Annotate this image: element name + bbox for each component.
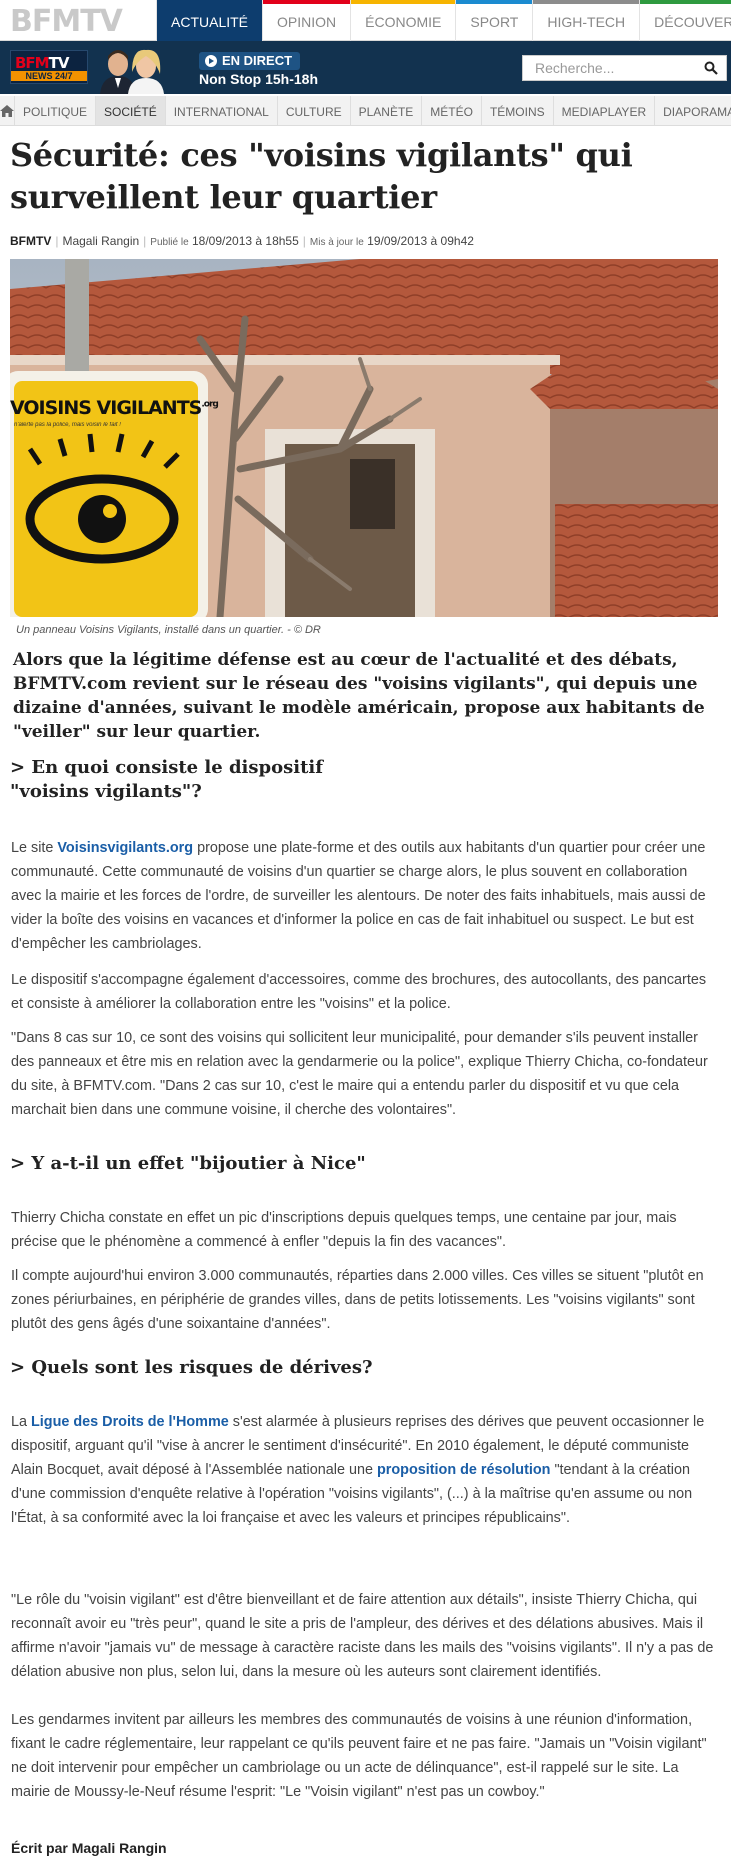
subnav-item-mediaplayer[interactable]: MEDIAPLAYER xyxy=(552,96,654,125)
sign-tagline: n'alerte pas la police, mais voisin le f… xyxy=(14,422,121,428)
bfmtv-channel-logo[interactable]: BFMTV NEWS 24/7 xyxy=(10,50,88,84)
search-icon[interactable] xyxy=(704,61,718,75)
section-title-2: > Y a-t-il un effet "bijoutier à Nice" xyxy=(10,1153,366,1174)
tab-économie[interactable]: ÉCONOMIE xyxy=(350,0,456,41)
tab-label: DÉCOUVERTE xyxy=(654,14,731,30)
article-lead: Alors que la légitime défense est au cœu… xyxy=(13,650,705,742)
search-box xyxy=(522,55,727,81)
play-icon xyxy=(205,55,217,67)
article-title: Sécurité: ces "voisins vigilants" qui su… xyxy=(10,136,633,216)
main-tabs: ACTUALITÉ OPINION ÉCONOMIE SPORT HIGH-TECH DÉ… xyxy=(156,0,731,41)
sub-navigation: POLITIQUE SOCIÉTÉ INTERNATIONAL CULTURE PLAN… xyxy=(0,96,731,126)
tab-label: HIGH-TECH xyxy=(547,14,626,30)
article-source: BFMTV xyxy=(10,234,52,248)
published-label: Publié le xyxy=(150,237,189,248)
ldh-link[interactable]: Ligue des Droits de l'Homme xyxy=(31,1414,229,1430)
subnav-item-diaporamas[interactable]: DIAPORAMAS xyxy=(654,96,731,125)
tab-label: ÉCONOMIE xyxy=(365,14,442,30)
tab-color-bar xyxy=(456,0,533,4)
tab-actualité[interactable]: ACTUALITÉ xyxy=(156,0,263,41)
channel-logo-sub: NEWS 24/7 xyxy=(11,71,87,81)
tab-label: OPINION xyxy=(277,14,337,30)
live-badge-label: EN DIRECT xyxy=(222,53,293,68)
tab-color-bar xyxy=(640,0,731,4)
subnav-item-planète[interactable]: PLANÈTE xyxy=(349,96,422,125)
byline: BFMTV | Magali Rangin | Publié le 18/09/2013… xyxy=(10,234,474,248)
tab-color-bar xyxy=(351,0,456,4)
section-title-3: > Quels sont les risques de dérives? xyxy=(10,1357,373,1378)
tab-sport[interactable]: SPORT xyxy=(455,0,533,41)
published-date: 18/09/2013 à 18h55 xyxy=(192,234,299,248)
presenters-photo[interactable] xyxy=(98,42,190,94)
subnav-item-politique[interactable]: POLITIQUE xyxy=(14,96,95,125)
paragraph-8: Les gendarmes invitent par ailleurs les … xyxy=(11,1712,707,1800)
voisinsvigilants-link[interactable]: Voisinsvigilants.org xyxy=(57,840,193,856)
tab-color-bar xyxy=(263,0,351,4)
article-signature: Écrit par Magali Rangin xyxy=(11,1840,167,1856)
subnav-item-international[interactable]: INTERNATIONAL xyxy=(164,96,277,125)
section-title-1: > En quoi consiste le dispositif "voisin… xyxy=(10,757,323,802)
paragraph-7: "Le rôle du "voisin vigilant" est d'être… xyxy=(11,1592,714,1680)
subnav-item-société[interactable]: SOCIÉTÉ xyxy=(95,96,165,125)
photo-caption: Un panneau Voisins Vigilants, installé d… xyxy=(16,624,321,636)
channel-logo-text: BFMTV xyxy=(15,54,69,72)
tab-label: SPORT xyxy=(470,14,519,30)
sign-text: VOISINS VIGILANTS.org xyxy=(10,397,219,419)
top-navigation: BFMTV ACTUALITÉ OPINION ÉCONOMIE SPORT HIGH-… xyxy=(0,0,731,41)
paragraph-1: Le site Voisinsvigilants.org propose une… xyxy=(11,840,706,952)
live-badge[interactable]: EN DIRECT xyxy=(199,52,301,70)
bfmtv-logo[interactable]: BFMTV xyxy=(10,4,123,40)
live-program[interactable]: Non Stop 15h-18h xyxy=(199,71,318,87)
subnav-item-culture[interactable]: CULTURE xyxy=(276,96,350,125)
tab-découverte[interactable]: DÉCOUVERTE xyxy=(639,0,731,41)
search-input[interactable] xyxy=(523,56,693,80)
paragraph-3: "Dans 8 cas sur 10, ce sont des voisins … xyxy=(11,1030,708,1118)
subnav-item-témoins[interactable]: TÉMOINS xyxy=(480,96,553,125)
tab-opinion[interactable]: OPINION xyxy=(262,0,351,41)
updated-label: Mis à jour le xyxy=(309,237,364,248)
paragraph-2: Le dispositif s'accompagne également d'a… xyxy=(11,972,707,1012)
paragraph-5: Il compte aujourd'hui environ 3.000 comm… xyxy=(11,1268,704,1332)
tab-hightech[interactable]: HIGH-TECH xyxy=(532,0,640,41)
article-author[interactable]: Magali Rangin xyxy=(62,234,139,248)
tab-color-bar xyxy=(157,0,263,4)
updated-date: 19/09/2013 à 09h42 xyxy=(367,234,474,248)
subnav-item-météo[interactable]: MÉTÉO xyxy=(421,96,481,125)
home-icon[interactable] xyxy=(0,96,14,125)
resolution-link[interactable]: proposition de résolution xyxy=(377,1462,550,1478)
article-photo: VOISINS VIGILANTS.org n'alerte pas la po… xyxy=(10,259,718,617)
paragraph-4: Thierry Chicha constate en effet un pic … xyxy=(11,1210,677,1250)
paragraph-6: La Ligue des Droits de l'Homme s'est ala… xyxy=(11,1414,705,1526)
tab-label: ACTUALITÉ xyxy=(171,14,249,30)
tab-color-bar xyxy=(533,0,640,4)
